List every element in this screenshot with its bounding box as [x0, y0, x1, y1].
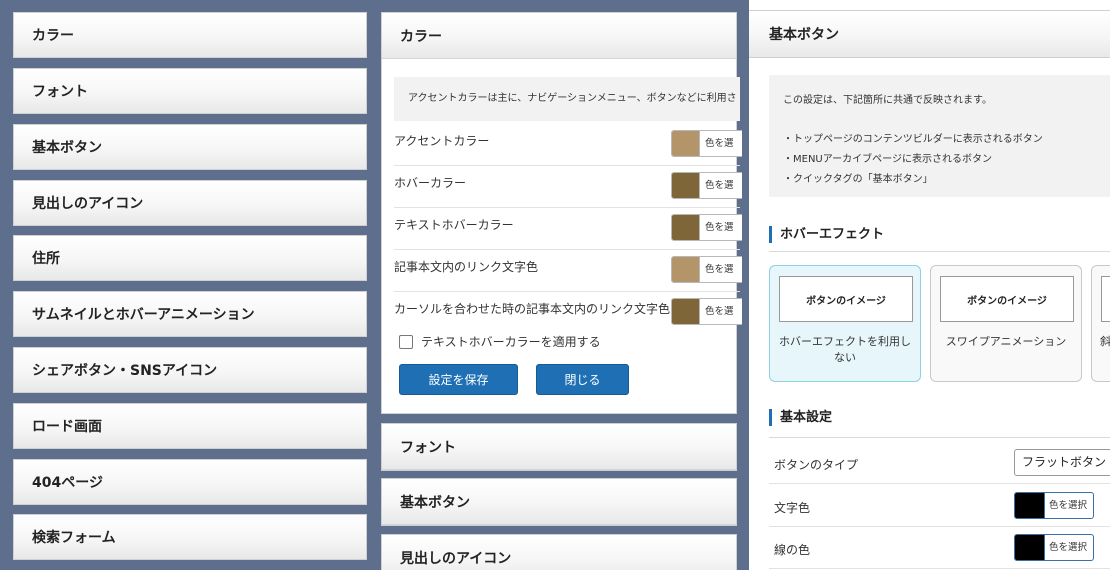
color-panel-header[interactable]: カラー	[382, 13, 736, 59]
font-panel: フォント	[381, 423, 737, 471]
setting-label: 文字色	[774, 501, 811, 515]
basic-button-panel-header[interactable]: 基本ボタン	[382, 479, 736, 525]
basic-settings-title: 基本設定	[769, 409, 832, 426]
menu-item-404[interactable]: 404ページ	[13, 459, 367, 505]
color-swatch	[1015, 535, 1045, 560]
hover-effect-title: ホバーエフェクト	[769, 226, 884, 243]
color-row-link: 記事本文内のリンク文字色 色を選	[394, 250, 742, 292]
basic-button-panel-collapsed: 基本ボタン	[381, 478, 737, 526]
menu-item-font[interactable]: フォント	[13, 68, 367, 114]
menu-item-address[interactable]: 住所	[13, 235, 367, 281]
effect-option-none[interactable]: ボタンのイメージ ホバーエフェクトを利用しない	[769, 265, 921, 382]
basic-button-notice: この設定は、下記箇所に共通で反映されます。 ・トップページのコンテンツビルダーに…	[769, 75, 1110, 197]
setting-label: ボタンのタイプ	[774, 458, 859, 472]
setting-row-button-type: ボタンのタイプ フラットボタン	[769, 442, 1110, 484]
color-swatch	[672, 215, 700, 240]
color-swatch	[672, 299, 700, 324]
menu-item-color[interactable]: カラー	[13, 12, 367, 58]
color-picker-label: 色を選	[705, 138, 734, 149]
color-row-hover: ホバーカラー 色を選	[394, 166, 742, 208]
notice-line: ・トップページのコンテンツビルダーに表示されるボタン	[783, 134, 1043, 145]
text-color-picker[interactable]: 色を選択	[1014, 492, 1094, 519]
section-divider	[769, 251, 1110, 252]
notice-line: この設定は、下記箇所に共通で反映されます。	[783, 95, 992, 106]
font-panel-header[interactable]: フォント	[382, 424, 736, 470]
color-swatch	[672, 257, 700, 282]
setting-row-text-color: 文字色 色を選択	[769, 485, 1110, 527]
color-picker-label: 色を選	[705, 222, 734, 233]
checkbox-label: テキストホバーカラーを適用する	[421, 335, 601, 349]
color-picker-text-hover[interactable]: 色を選	[671, 214, 742, 241]
close-button[interactable]: 閉じる	[536, 364, 629, 395]
button-type-select[interactable]: フラットボタン	[1014, 449, 1110, 476]
menu-item-heading-icon[interactable]: 見出しのアイコン	[13, 180, 367, 226]
setting-label: 線の色	[774, 543, 811, 557]
effect-caption: ホバーエフェクトを利用しない	[779, 335, 911, 364]
color-row-label: ホバーカラー	[394, 176, 467, 190]
color-swatch	[1015, 493, 1045, 518]
color-row-label: テキストホバーカラー	[394, 218, 514, 232]
effect-preview: ボタンのイメージ	[940, 276, 1074, 322]
color-picker-accent[interactable]: 色を選	[671, 130, 742, 157]
notice-line: ・クイックタグの「基本ボタン」	[783, 174, 933, 185]
color-swatch	[672, 131, 700, 156]
settings-menu: カラー フォント 基本ボタン 見出しのアイコン 住所 サムネイルとホバーアニメー…	[0, 0, 376, 570]
save-settings-button[interactable]: 設定を保存	[399, 364, 518, 395]
color-picker-link-hover[interactable]: 色を選	[671, 298, 742, 325]
basic-button-header[interactable]: 基本ボタン	[749, 10, 1110, 58]
color-picker-label: 色を選	[705, 180, 734, 191]
effect-preview	[1101, 276, 1110, 322]
color-picker-label: 色を選	[705, 306, 734, 317]
color-picker-label: 色を選択	[1049, 500, 1088, 511]
effect-option-diagonal[interactable]: 斜	[1091, 265, 1110, 382]
border-color-picker[interactable]: 色を選択	[1014, 534, 1094, 561]
section-divider	[769, 437, 1110, 438]
effect-caption: 斜	[1100, 335, 1110, 348]
color-picker-hover[interactable]: 色を選	[671, 172, 742, 199]
color-row-label: アクセントカラー	[394, 134, 490, 148]
color-row-label: カーソルを合わせた時の記事本文内のリンク文字色	[394, 302, 671, 316]
color-row-accent: アクセントカラー 色を選	[394, 124, 742, 166]
menu-item-thumbnail-hover[interactable]: サムネイルとホバーアニメーション	[13, 291, 367, 337]
menu-item-loading-screen[interactable]: ロード画面	[13, 403, 367, 449]
notice-line: ・MENUアーカイブページに表示されるボタン	[783, 154, 992, 165]
menu-item-share-sns[interactable]: シェアボタン・SNSアイコン	[13, 347, 367, 393]
basic-button-column: 基本ボタン この設定は、下記箇所に共通で反映されます。 ・トップページのコンテン…	[744, 0, 1110, 570]
color-row-text-hover: テキストホバーカラー 色を選	[394, 208, 742, 250]
setting-row-border-color: 線の色 色を選択	[769, 527, 1110, 569]
color-picker-link[interactable]: 色を選	[671, 256, 742, 283]
color-picker-label: 色を選択	[1049, 542, 1088, 553]
color-row-label: 記事本文内のリンク文字色	[394, 260, 539, 274]
menu-item-search-form[interactable]: 検索フォーム	[13, 514, 367, 560]
color-row-link-hover: カーソルを合わせた時の記事本文内のリンク文字色 色を選	[394, 292, 742, 334]
heading-icon-panel: 見出しのアイコン	[381, 534, 737, 570]
effect-preview: ボタンのイメージ	[779, 276, 913, 322]
text-hover-checkbox-row[interactable]: テキストホバーカラーを適用する	[399, 333, 601, 350]
effect-option-swipe[interactable]: ボタンのイメージ スワイプアニメーション	[930, 265, 1082, 382]
heading-icon-panel-header[interactable]: 見出しのアイコン	[382, 535, 736, 570]
color-swatch	[672, 173, 700, 198]
menu-item-basic-button[interactable]: 基本ボタン	[13, 124, 367, 170]
text-hover-checkbox[interactable]	[399, 334, 413, 349]
color-settings-column: カラー アクセントカラーは主に、ナビゲーションメニュー、ボタンなどに利用さ アク…	[376, 0, 742, 570]
color-picker-label: 色を選	[705, 264, 734, 275]
accent-color-info: アクセントカラーは主に、ナビゲーションメニュー、ボタンなどに利用さ	[394, 77, 740, 121]
